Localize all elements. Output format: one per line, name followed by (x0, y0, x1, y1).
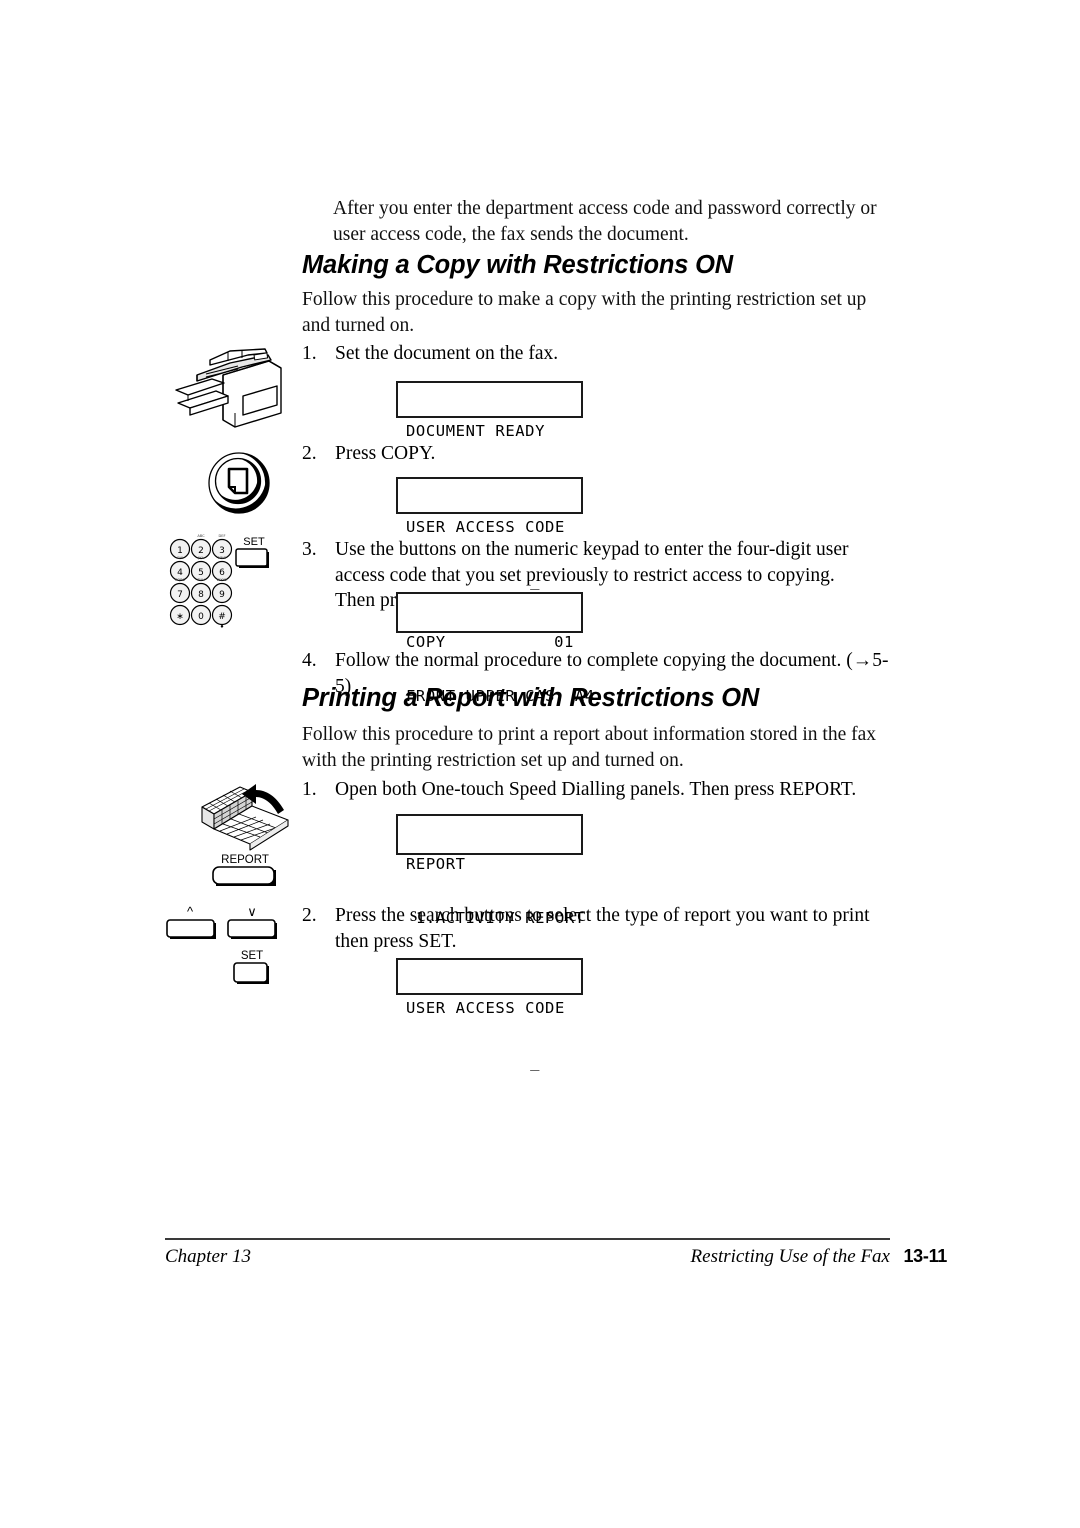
svg-text:5: 5 (198, 568, 204, 578)
step-number: 2. (302, 443, 317, 464)
svg-text:♦: ♦ (220, 624, 224, 629)
svg-text:GHI: GHI (177, 556, 184, 560)
svg-text:3: 3 (219, 546, 225, 556)
page-glyph (227, 467, 249, 495)
footer-chapter: Chapter 13 (165, 1246, 252, 1267)
svg-text:WXYZ: WXYZ (217, 578, 228, 582)
search-down-caret: ∨ (247, 904, 257, 919)
lcd-display-user-access-code-copy: USER ACCESS CODE _ (396, 477, 583, 590)
step-number: 1. (302, 343, 317, 364)
svg-text:DEF: DEF (218, 534, 225, 538)
manual-page: After you enter the department access co… (0, 0, 1080, 1528)
svg-text:PQRS: PQRS (175, 578, 185, 582)
search-set-label: SET (241, 950, 263, 962)
intro-paragraph: After you enter the department access co… (333, 198, 877, 245)
lcd-line-2: 1.ACTIVITY REPORT (406, 909, 585, 927)
lcd-display-copy-front-upper-cas: COPY 01 FRONT UPPER CAS. A4 (396, 592, 594, 705)
lcd-line-1: DOCUMENT READY (406, 422, 546, 440)
svg-text:ABC: ABC (197, 534, 205, 538)
section-lead-printing-a-report: Follow this procedure to print a report … (302, 724, 877, 771)
svg-text:9: 9 (219, 590, 225, 600)
step-number: 4. (302, 650, 317, 671)
footer-running-head: Restricting Use of the Fax (690, 1246, 890, 1267)
footer-page-number: 13-11 (903, 1246, 947, 1266)
svg-text:#: # (218, 612, 226, 622)
step-number: 1. (302, 779, 317, 800)
section-lead-making-a-copy: Follow this procedure to make a copy wit… (302, 289, 867, 336)
lcd-line-1: REPORT (406, 855, 466, 873)
step-2-copy: 2. Press COPY. (302, 441, 877, 467)
set-label: SET (243, 536, 265, 548)
step-1-report: 1. Open both One-touch Speed Dialling pa… (302, 777, 892, 803)
footer-divider (165, 1238, 890, 1240)
step-text: Set the document on the fax. (335, 343, 559, 364)
svg-text:0: 0 (198, 612, 204, 622)
lcd-display-document-ready: DOCUMENT READY (396, 381, 583, 440)
lcd-cursor: _ (530, 1053, 540, 1071)
fax-machine-illustration (166, 341, 291, 436)
report-button-label: REPORT (221, 854, 269, 866)
lcd-display-report-activity: REPORT 1.ACTIVITY REPORT (396, 814, 584, 927)
report-button-illustration: REPORT (205, 851, 285, 896)
step-number: 3. (302, 539, 317, 560)
step-text: Press COPY. (335, 443, 436, 464)
search-buttons-illustration: ^ ∨ SET (163, 902, 281, 999)
svg-text:MNO: MNO (218, 556, 227, 560)
svg-text:TUV: TUV (196, 578, 205, 582)
step-1-copy: 1. Set the document on the fax. (302, 341, 877, 367)
lcd-line-1: USER ACCESS CODE (406, 999, 565, 1017)
step-number: 2. (302, 905, 317, 926)
copy-button-illustration (205, 447, 275, 524)
svg-text:1: 1 (177, 546, 183, 556)
step-text: Open both One-touch Speed Dialling panel… (335, 779, 857, 800)
svg-text:7: 7 (177, 590, 183, 600)
lcd-display-user-access-code-report: USER ACCESS CODE _ (396, 958, 583, 1071)
step-3-copy: 3. Use the buttons on the numeric keypad… (302, 537, 877, 614)
one-touch-speed-dialling-panels-illustration (196, 780, 292, 860)
svg-text:6: 6 (219, 568, 225, 578)
svg-text:JKL: JKL (197, 556, 203, 560)
svg-text:4: 4 (177, 568, 183, 578)
svg-text:∗: ∗ (176, 612, 184, 622)
search-up-caret: ^ (187, 904, 194, 919)
svg-text:2: 2 (198, 546, 204, 556)
set-button-keypad-illustration: SET (233, 534, 279, 579)
lcd-line-1: USER ACCESS CODE (406, 518, 565, 536)
step-2-report: 2. Press the search buttons to select th… (302, 903, 880, 954)
section-heading-making-a-copy: Making a Copy with Restrictions ON (302, 251, 734, 279)
svg-text:8: 8 (198, 590, 204, 600)
section-heading-printing-a-report: Printing a Report with Restrictions ON (302, 684, 760, 712)
